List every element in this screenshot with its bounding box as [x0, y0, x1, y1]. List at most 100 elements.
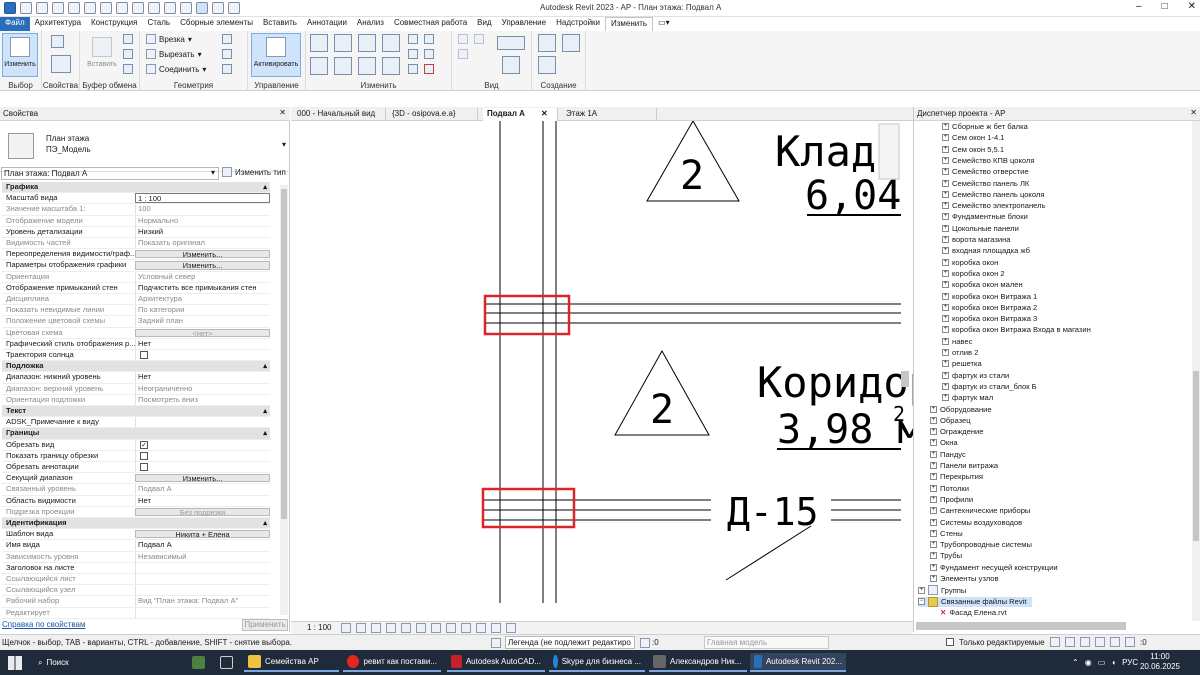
crop-view-icon[interactable] [401, 623, 411, 633]
property-row[interactable]: Рабочий набор Вид "План этажа: Подвал А" [2, 596, 270, 608]
property-edit-button[interactable]: Изменить... [135, 261, 270, 270]
property-value[interactable] [135, 585, 270, 596]
collapse-icon[interactable]: ▴ [263, 182, 270, 192]
property-row[interactable]: Ориентация подложки Посмотреть вниз [2, 394, 270, 406]
taskbar-app[interactable]: Skype для бизнеса ... [549, 653, 645, 672]
drawing-canvas[interactable]: 2 Кладо 6,04 2 Коридор 3,98 м 2 Д-15 [291, 119, 934, 621]
tab-insert[interactable]: Вставить [258, 17, 302, 31]
dimension-edit-icon[interactable] [497, 36, 525, 50]
mirror-draw-icon[interactable] [382, 34, 400, 52]
property-edit-button[interactable]: Никита + Елена [135, 530, 270, 539]
ribbon-options-icon[interactable]: ▭▾ [653, 17, 675, 31]
unpin-icon[interactable] [408, 64, 418, 74]
tab-steel[interactable]: Сталь [142, 17, 175, 31]
expand-icon[interactable]: + [930, 450, 937, 458]
cut-icon[interactable] [123, 49, 133, 59]
tree-item-category[interactable]: + Перекрытия [930, 472, 983, 481]
property-row[interactable]: Переопределения видимости/граф... Изменит… [2, 249, 270, 261]
undo-icon[interactable] [68, 2, 80, 14]
task-view-button[interactable] [216, 653, 238, 672]
property-row[interactable]: Значение масштаба 1: 100 [2, 204, 270, 216]
property-value[interactable]: Независимый [135, 551, 270, 562]
measure-icon[interactable] [116, 2, 128, 14]
tree-item-family[interactable]: + Семейство панель цоколя [942, 190, 1044, 199]
expand-icon[interactable]: + [942, 236, 949, 243]
tree-item-family[interactable]: + Сборные ж бет балка [942, 122, 1028, 131]
clock[interactable]: 11:00 20.06.2025 [1138, 652, 1182, 672]
property-row[interactable]: Дисциплина Архитектура [2, 294, 270, 306]
expand-icon[interactable]: + [942, 145, 949, 153]
close-views-icon[interactable] [212, 2, 224, 14]
property-checkbox[interactable] [140, 351, 148, 359]
array-icon[interactable] [408, 49, 418, 59]
horizontal-wall-lower[interactable] [484, 499, 901, 581]
property-row[interactable]: Траектория солнца [2, 350, 270, 362]
redo-icon[interactable] [84, 2, 96, 14]
property-value[interactable]: Неограниченно [135, 383, 270, 394]
tree-item-family[interactable]: + коробка окон 2 [942, 269, 1005, 278]
tree-item-category[interactable]: + Образец [930, 416, 971, 425]
expand-icon[interactable]: + [942, 123, 949, 130]
expand-icon[interactable]: + [942, 134, 949, 142]
taskbar-app[interactable]: ревит как постави... [343, 653, 441, 672]
rotate-icon[interactable] [358, 57, 376, 75]
property-value[interactable]: 100 [135, 204, 270, 215]
pin-icon[interactable] [424, 34, 434, 44]
property-value[interactable]: Низкий [135, 226, 270, 237]
highlight-junction-lower[interactable] [481, 487, 576, 529]
expand-icon[interactable]: + [942, 224, 949, 232]
close-icon[interactable]: ✕ [1190, 108, 1197, 117]
mirror-axis-icon[interactable] [358, 34, 376, 52]
tab-analyze[interactable]: Анализ [352, 17, 389, 31]
linework-icon[interactable] [458, 49, 468, 59]
expand-icon[interactable]: − [918, 598, 925, 606]
tree-item-family[interactable]: + решетка [942, 359, 982, 368]
tree-item-family[interactable]: + коробка окон Витража Входа в магазин [942, 325, 1091, 334]
expand-icon[interactable]: + [942, 292, 949, 300]
expand-icon[interactable]: + [942, 382, 949, 390]
floor-plan-drawing[interactable]: 2 Кладо 6,04 2 Коридор 3,98 м 2 Д-15 [291, 119, 934, 621]
3d-view-icon[interactable] [164, 2, 176, 14]
expand-icon[interactable]: + [930, 518, 937, 526]
tree-item-family[interactable]: + ворота магазина [942, 235, 1011, 244]
property-row[interactable]: Область видимости Нет [2, 495, 270, 507]
expand-icon[interactable]: + [930, 507, 937, 515]
property-row[interactable]: Ориентация Условный север [2, 271, 270, 283]
tree-item-family[interactable]: + коробка окон мален [942, 280, 1023, 289]
skype-tray-icon[interactable]: ◉ [1085, 658, 1092, 667]
expand-icon[interactable]: + [918, 586, 925, 594]
expand-icon[interactable]: + [930, 473, 937, 481]
close-icon[interactable]: ✕ [279, 108, 286, 117]
view-tab-active[interactable]: Подвал А ✕ [483, 108, 558, 121]
tab-structure[interactable]: Конструкция [86, 17, 142, 31]
property-checkbox[interactable] [140, 451, 148, 460]
select-pinned-icon[interactable] [1080, 637, 1090, 647]
vertical-wall[interactable] [499, 121, 557, 603]
offset-icon[interactable] [334, 34, 352, 52]
expand-icon[interactable]: + [930, 529, 937, 537]
expand-icon[interactable]: + [942, 349, 949, 356]
property-value[interactable] [135, 574, 270, 585]
browser-scrollbar[interactable] [1192, 121, 1200, 621]
save-icon[interactable] [36, 2, 48, 14]
apply-button[interactable]: Применить [242, 619, 288, 631]
detail-level-icon[interactable] [341, 623, 351, 633]
worksets-icon[interactable] [491, 638, 501, 648]
print-icon[interactable] [100, 2, 112, 14]
expand-icon[interactable]: + [942, 337, 949, 345]
scroll-thumb[interactable] [1193, 371, 1199, 541]
property-section-header[interactable]: Текст ▴ [2, 406, 270, 418]
taskbar-app-active[interactable]: Autodesk Revit 202... [750, 653, 846, 672]
property-checkbox[interactable]: ✓ [140, 440, 148, 449]
tree-item-category[interactable]: + Пандус [930, 450, 966, 459]
match-type-icon[interactable] [123, 64, 133, 74]
property-row[interactable]: Ссылающийся узел [2, 585, 270, 597]
expand-icon[interactable]: + [930, 495, 937, 503]
select-underlay-icon[interactable] [1065, 637, 1075, 647]
expand-icon[interactable]: + [942, 202, 949, 210]
open-icon[interactable] [20, 2, 32, 14]
property-row[interactable]: Имя вида Подвал А [2, 540, 270, 552]
create-group-icon[interactable] [562, 34, 580, 52]
property-row[interactable]: ADSK_Примечание к виду [2, 417, 270, 429]
crop-region-icon[interactable] [416, 623, 426, 633]
